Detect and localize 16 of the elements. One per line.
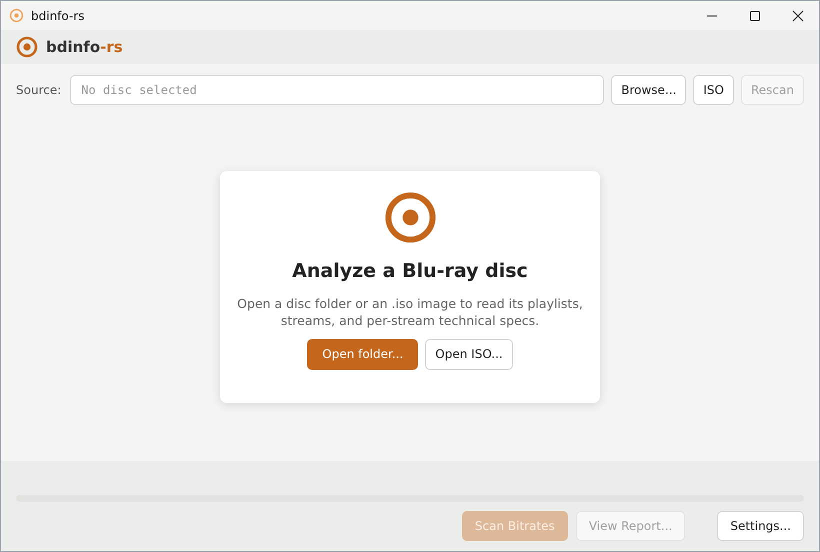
footer-button[interactable]: Settings...	[717, 511, 804, 541]
empty-state-title: Analyze a Blu-ray disc	[292, 260, 528, 282]
source-field[interactable]: No disc selected	[70, 75, 604, 105]
open-button[interactable]: Open folder...	[307, 338, 418, 370]
empty-state-description: Open a disc folder or an .iso image to read its playlists, streams, and per-stream technical specs.	[236, 296, 584, 330]
disc-icon	[384, 191, 436, 244]
source-button[interactable]: Browse...	[611, 75, 686, 105]
close-icon[interactable]	[792, 10, 804, 22]
source-button[interactable]: ISO	[693, 75, 734, 105]
source-label: Source:	[16, 83, 62, 97]
maximize-icon[interactable]	[749, 10, 761, 22]
window-title: bdinfo-rs	[31, 8, 84, 22]
logo-icon	[16, 36, 38, 58]
app-icon	[9, 8, 24, 23]
open-button[interactable]: Open ISO...	[425, 338, 513, 370]
app-name: bdinfo-rs	[46, 38, 123, 56]
